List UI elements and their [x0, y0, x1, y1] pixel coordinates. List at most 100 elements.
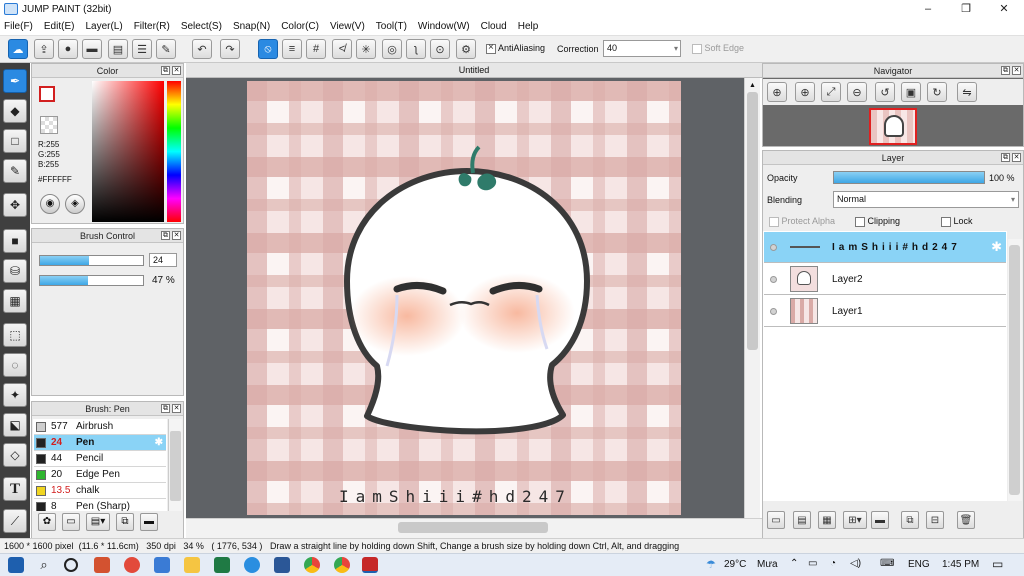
search-icon[interactable]: ⌕	[36, 557, 52, 573]
snap-curve-icon[interactable]: ʅ	[406, 39, 426, 59]
eyedropper-palette-icon[interactable]: ◈	[65, 194, 85, 214]
network-icon[interactable]: ▭	[808, 558, 817, 569]
brush-item[interactable]: 8 Pen (Sharp)	[34, 499, 166, 511]
layer-row[interactable]: IamShiii#hd247 ✱	[764, 232, 1006, 263]
speech-bubble-icon[interactable]: ●	[58, 39, 78, 59]
brush-item[interactable]: 20 Edge Pen	[34, 467, 166, 483]
task-view-icon[interactable]	[64, 558, 78, 572]
select-eraser-tool-icon[interactable]: ◇	[3, 443, 27, 467]
merge-layer-icon[interactable]: ⊟	[926, 511, 944, 529]
folder-icon[interactable]: ▬	[140, 513, 158, 531]
transparent-color-swatch[interactable]	[40, 116, 58, 134]
softedge-toggle[interactable]: Soft Edge	[692, 43, 744, 54]
fit-screen-icon[interactable]: ⤢	[821, 82, 841, 102]
list-icon[interactable]: ☰	[132, 39, 152, 59]
panel-close-icon[interactable]: ✕	[172, 66, 181, 75]
shape-tool-icon[interactable]: □	[3, 129, 27, 153]
snap-circle-icon[interactable]: ◎	[382, 39, 402, 59]
move-tool-icon[interactable]: ✥	[3, 193, 27, 217]
brush-settings-icon[interactable]: ✿	[38, 513, 56, 531]
word-icon[interactable]	[274, 557, 290, 573]
menu-help[interactable]: Help	[518, 21, 539, 32]
visibility-icon[interactable]	[770, 276, 777, 283]
horizontal-scrollbar[interactable]	[186, 518, 762, 538]
protect-alpha-checkbox[interactable]	[769, 216, 779, 227]
scroll-up-icon[interactable]: ▲	[747, 82, 758, 92]
lock-toggle[interactable]: Lock	[941, 216, 973, 227]
reset-view-icon[interactable]: ▣	[901, 82, 921, 102]
flip-icon[interactable]: ⇋	[957, 82, 977, 102]
rotate-right-icon[interactable]: ↻	[927, 82, 947, 102]
panel-float-icon[interactable]: ⧉	[161, 231, 170, 240]
snap-ellipse-icon[interactable]: ⊙	[430, 39, 450, 59]
edit-list-icon[interactable]: ✎	[156, 39, 176, 59]
layer-row[interactable]: Layer2	[764, 264, 1006, 295]
protect-alpha-toggle[interactable]: Protect Alpha	[769, 216, 835, 227]
drawing-canvas[interactable]: IamShiii#hd247	[247, 81, 681, 515]
brush-item[interactable]: 13.5 chalk	[34, 483, 166, 499]
language-indicator[interactable]: ENG	[908, 559, 930, 570]
blending-select[interactable]: Normal ▾	[833, 191, 1019, 208]
zoom-out-icon[interactable]: ⊖	[847, 82, 867, 102]
vertical-scrollbar[interactable]: ▲	[744, 78, 760, 518]
snap-off-icon[interactable]: ⦸	[258, 39, 278, 59]
chevron-up-icon[interactable]: ⌃	[790, 558, 798, 569]
eraser-tool-icon[interactable]: ◆	[3, 99, 27, 123]
layer-row[interactable]: Layer1	[764, 296, 1006, 327]
navigator-preview[interactable]	[869, 108, 917, 145]
minimize-button[interactable]: –	[910, 0, 946, 18]
scroll-thumb[interactable]	[398, 522, 548, 533]
menu-snap[interactable]: Snap(N)	[233, 21, 270, 32]
opacity-slider[interactable]	[833, 171, 985, 184]
jump-paint-taskbar-icon[interactable]	[362, 557, 378, 573]
select-pen-tool-icon[interactable]: ⬕	[3, 413, 27, 437]
file-explorer-icon[interactable]	[184, 557, 200, 573]
menu-tool[interactable]: Tool(T)	[376, 21, 407, 32]
panel-float-icon[interactable]: ⧉	[161, 66, 170, 75]
volume-icon[interactable]: ◁)	[850, 558, 861, 569]
menu-window[interactable]: Window(W)	[418, 21, 470, 32]
brush-size-input[interactable]: 24	[149, 253, 177, 267]
edge-icon[interactable]	[244, 557, 260, 573]
visibility-icon[interactable]	[770, 308, 777, 315]
menu-color[interactable]: Color(C)	[281, 21, 319, 32]
layer-list-scrollbar[interactable]	[1008, 239, 1022, 501]
palette-icon[interactable]: ◉	[40, 194, 60, 214]
powerpoint-icon[interactable]	[94, 557, 110, 573]
gear-icon[interactable]: ✱	[991, 239, 1002, 255]
export-icon[interactable]: ⇪	[34, 39, 54, 59]
comment-icon[interactable]: ▬	[82, 39, 102, 59]
new-layer-alt-icon[interactable]: ▤	[793, 511, 811, 529]
brush-list-scrollbar[interactable]	[168, 419, 182, 511]
new-brush-icon[interactable]: ▭	[62, 513, 80, 531]
brush-menu-icon[interactable]: ▤▾	[86, 513, 110, 531]
gear-icon[interactable]: ✱	[155, 435, 163, 451]
clock[interactable]: 1:45 PM	[942, 559, 979, 570]
new-folder-layer-icon[interactable]: ▦	[818, 511, 836, 529]
text-tool-icon[interactable]: T	[3, 477, 27, 501]
windows-start-icon[interactable]	[8, 557, 24, 573]
cloud-icon[interactable]: ☁	[8, 39, 28, 59]
panel-close-icon[interactable]: ✕	[1012, 66, 1021, 75]
zoom-in-icon[interactable]: ⊕	[767, 82, 787, 102]
scroll-thumb[interactable]	[170, 431, 181, 501]
chrome-icon[interactable]	[334, 557, 350, 573]
fill-pen-tool-icon[interactable]: ✎	[3, 159, 27, 183]
antialiasing-checkbox[interactable]	[486, 42, 496, 54]
menu-view[interactable]: View(V)	[330, 21, 365, 32]
correction-select[interactable]: 40 ▾	[603, 40, 681, 57]
brush-size-slider[interactable]	[39, 255, 144, 266]
lock-checkbox[interactable]	[941, 216, 951, 227]
hue-slider[interactable]	[167, 81, 181, 222]
snap-perspective-icon[interactable]: ≮	[332, 39, 352, 59]
menu-layer[interactable]: Layer(L)	[85, 21, 122, 32]
trash-icon[interactable]: 🗑	[957, 511, 975, 529]
close-button[interactable]: ✕	[986, 0, 1022, 18]
folder-icon[interactable]: ▬	[871, 511, 889, 529]
saturation-value-picker[interactable]	[92, 81, 164, 222]
chrome-icon[interactable]	[304, 557, 320, 573]
pen-tool-icon[interactable]: ✒	[3, 69, 27, 93]
brush-item[interactable]: 24 Pen ✱	[34, 435, 166, 451]
document-tab[interactable]: Untitled	[186, 63, 762, 78]
scroll-thumb[interactable]	[1009, 245, 1020, 495]
